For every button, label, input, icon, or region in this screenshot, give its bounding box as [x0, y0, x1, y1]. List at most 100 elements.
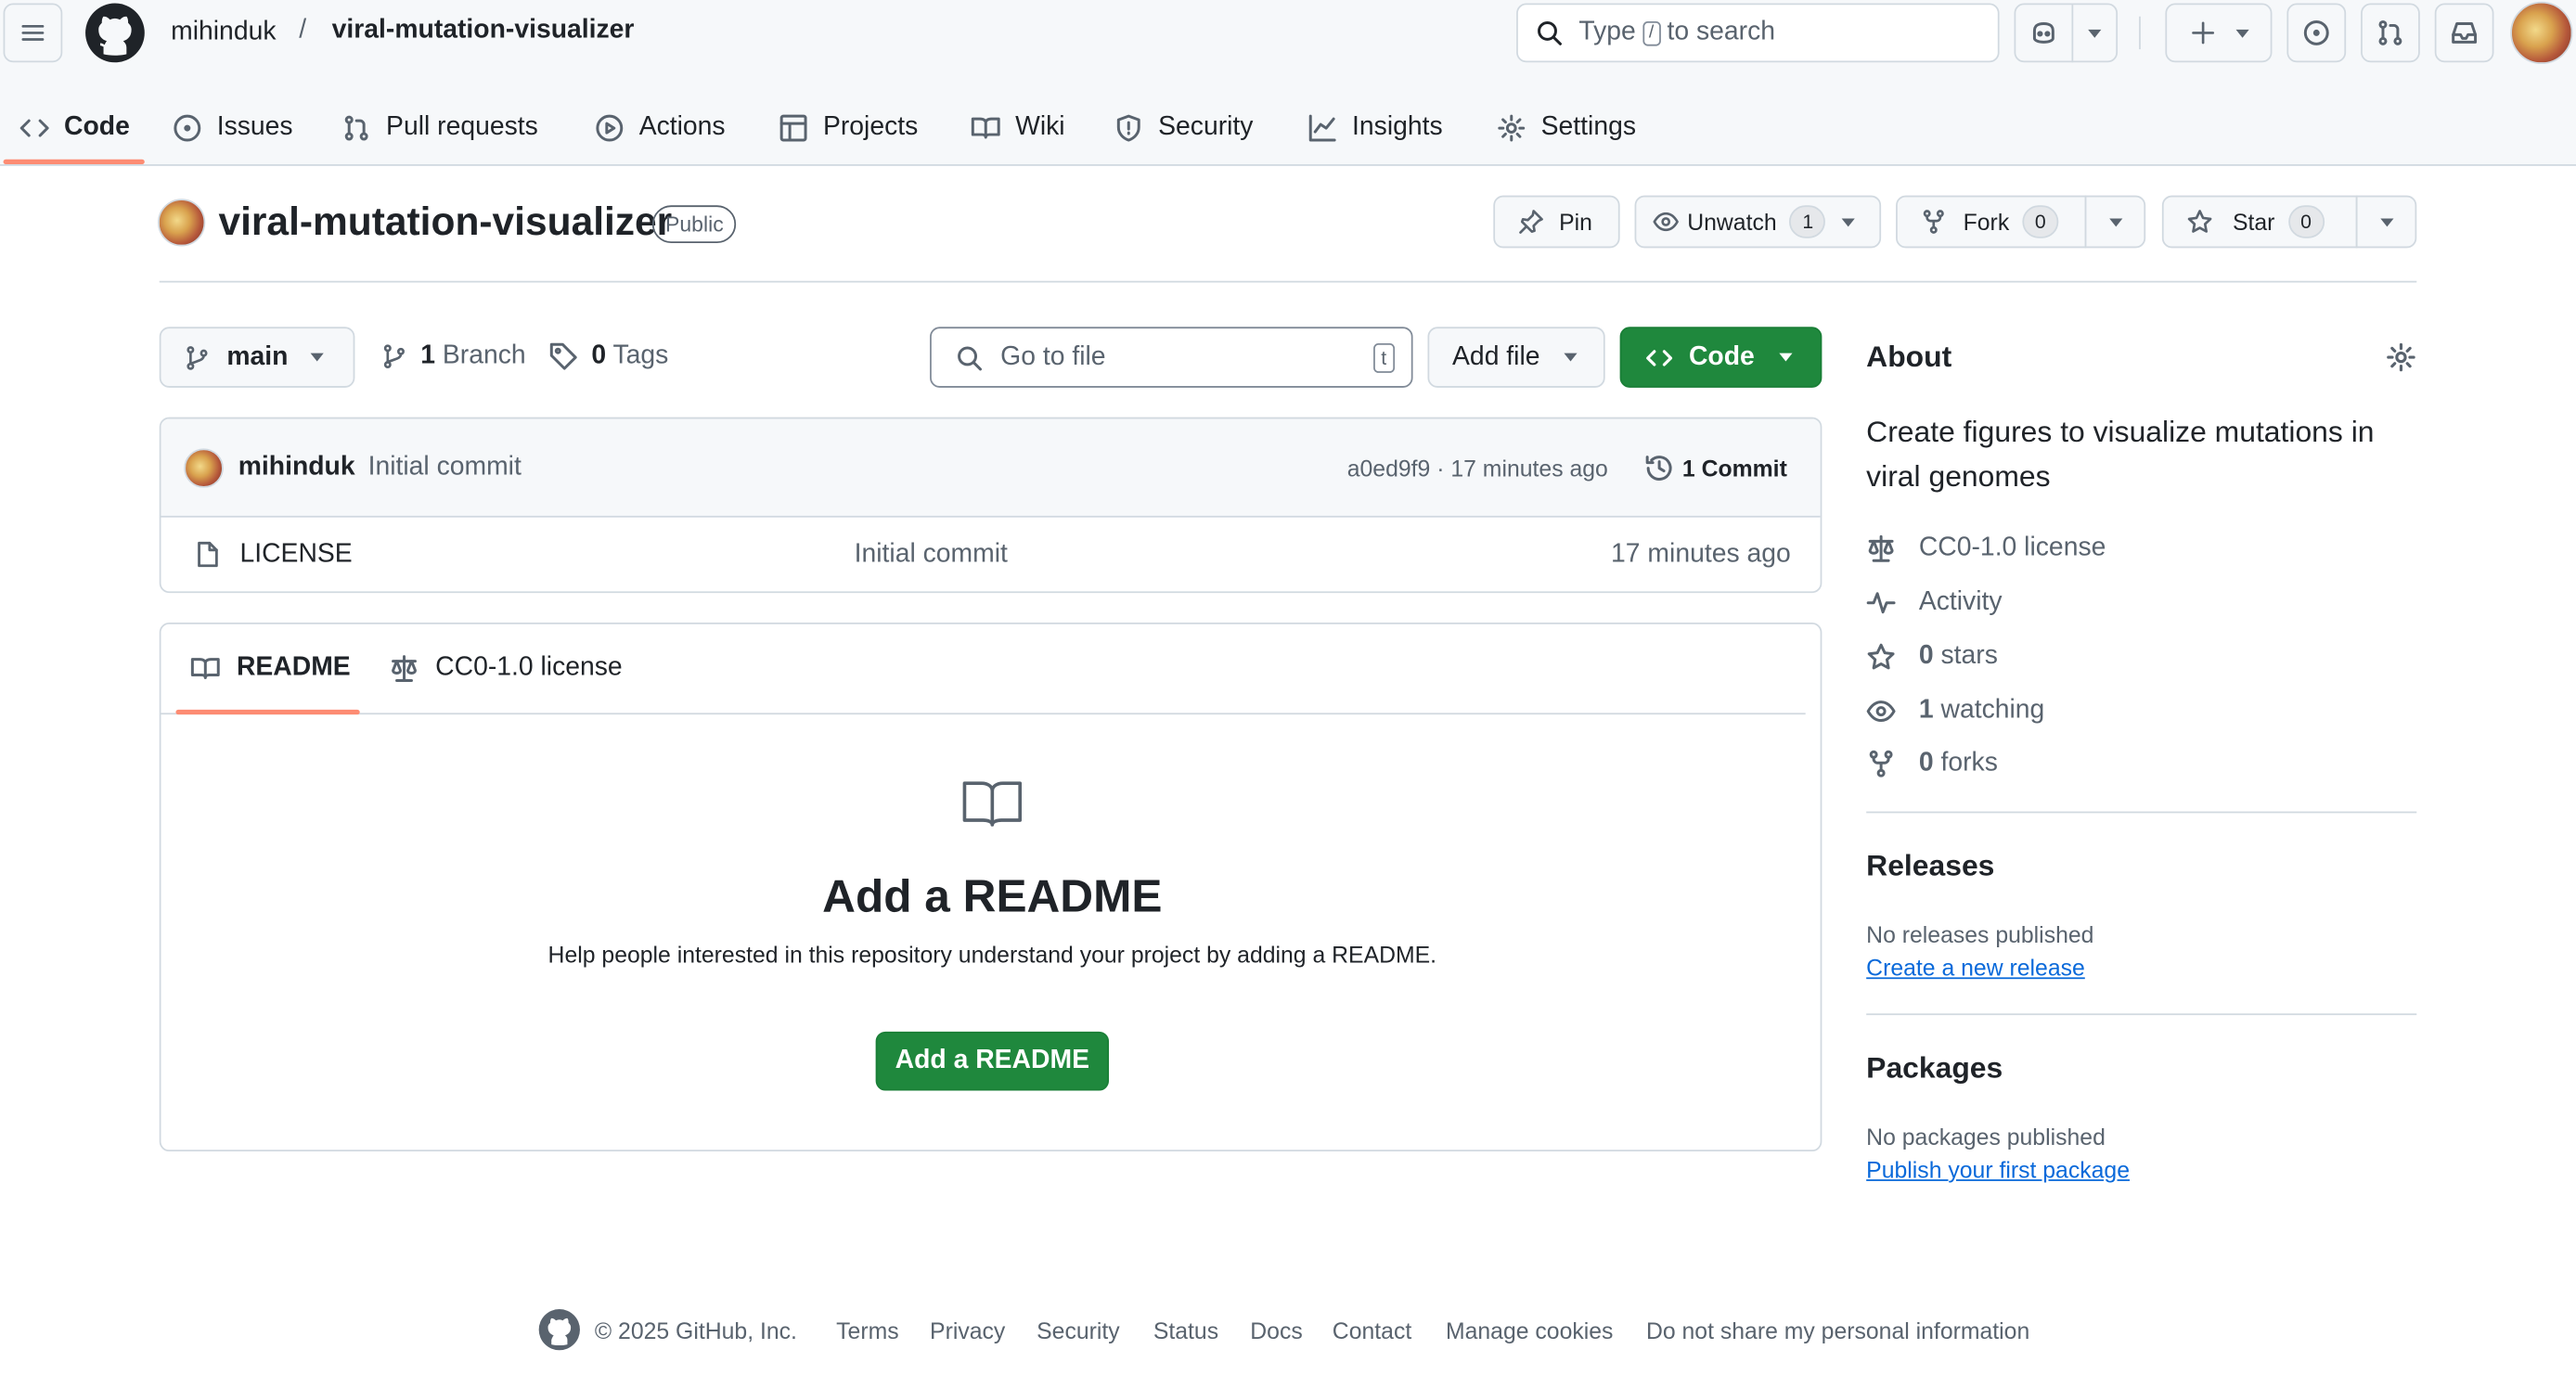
- fork-icon: [1923, 210, 1944, 234]
- issues-button[interactable]: [2286, 3, 2347, 63]
- commit-hash-time[interactable]: a0ed9f9 · 17 minutes ago: [1347, 455, 1608, 481]
- fork-button[interactable]: Fork 0: [1896, 195, 2087, 249]
- about-license-label: CC0-1.0 license: [1918, 533, 2106, 562]
- inbox-icon: [2452, 21, 2478, 44]
- header-divider: [2139, 16, 2141, 50]
- star-icon: [2187, 210, 2212, 233]
- create-release-link[interactable]: Create a new release: [1866, 955, 2085, 981]
- file-row[interactable]: LICENSE Initial commit 17 minutes ago: [161, 518, 1820, 592]
- tab-wiki[interactable]: Wiki: [971, 92, 1065, 164]
- tab-insights[interactable]: Insights: [1307, 92, 1443, 164]
- commit-message[interactable]: Initial commit: [368, 454, 522, 483]
- footer-link-privacy[interactable]: Privacy: [930, 1314, 1005, 1346]
- unwatch-button[interactable]: Unwatch 1: [1634, 195, 1882, 249]
- about-forks-link[interactable]: 0 forks: [1866, 746, 1998, 782]
- tab-readme-label: README: [236, 653, 351, 682]
- chevron-down-icon: [2235, 28, 2248, 37]
- tab-projects[interactable]: Projects: [779, 92, 918, 164]
- create-new-button[interactable]: [2165, 3, 2273, 63]
- commit-history-link[interactable]: 1 Commit: [1644, 454, 1787, 483]
- breadcrumb-repo[interactable]: viral-mutation-visualizer: [332, 17, 635, 46]
- sidebar-divider: [1866, 1013, 2417, 1016]
- branch-icon: [383, 344, 405, 369]
- search-placeholder-rest: to search: [1667, 18, 1776, 46]
- branch-selector[interactable]: main: [159, 327, 355, 388]
- tab-issues-label: Issues: [216, 113, 293, 142]
- tags-link[interactable]: 0 Tags: [548, 341, 668, 371]
- tab-license[interactable]: CC0-1.0 license: [390, 624, 623, 713]
- branches-link[interactable]: 1 Branch: [381, 341, 526, 371]
- gear-icon[interactable]: [2386, 341, 2417, 373]
- commit-author[interactable]: mihinduk: [238, 454, 355, 483]
- readme-tab-underline: [175, 709, 360, 715]
- copilot-button[interactable]: [2014, 3, 2074, 63]
- github-logo-icon[interactable]: [85, 3, 145, 63]
- tab-pull-requests-label: Pull requests: [386, 113, 538, 142]
- file-commit-message[interactable]: Initial commit: [855, 540, 1008, 570]
- footer-link-terms[interactable]: Terms: [836, 1314, 898, 1346]
- publish-package-link[interactable]: Publish your first package: [1866, 1156, 2130, 1182]
- tab-security[interactable]: Security: [1114, 92, 1253, 164]
- book-icon: [962, 781, 1023, 827]
- breadcrumb-separator: /: [299, 16, 307, 45]
- packages-heading[interactable]: Packages: [1866, 1051, 2003, 1086]
- inbox-button[interactable]: [2434, 3, 2494, 63]
- pull-requests-button[interactable]: [2361, 3, 2420, 63]
- watch-count: 1: [1789, 205, 1826, 238]
- chevron-down-icon: [1842, 217, 1856, 226]
- repo-owner-avatar[interactable]: [157, 199, 206, 247]
- go-to-file-input[interactable]: Go to file t: [930, 327, 1413, 388]
- tab-code-label: Code: [64, 113, 130, 142]
- repo-title[interactable]: viral-mutation-visualizer: [218, 199, 672, 248]
- footer-link-status[interactable]: Status: [1153, 1314, 1218, 1346]
- tab-issues[interactable]: Issues: [173, 92, 293, 164]
- pulse-icon: [1866, 592, 1896, 614]
- add-file-button[interactable]: Add file: [1427, 327, 1605, 388]
- tag-count: 0: [591, 341, 607, 370]
- forks-count: 0: [1918, 749, 1934, 778]
- about-stars-link[interactable]: 0 stars: [1866, 639, 1998, 675]
- code-icon: [1646, 349, 1673, 366]
- pin-button[interactable]: Pin: [1493, 195, 1620, 249]
- about-license-link[interactable]: CC0-1.0 license: [1866, 531, 2106, 567]
- github-footer-logo-icon[interactable]: [538, 1309, 580, 1351]
- about-watching-link[interactable]: 1 watching: [1866, 693, 2044, 729]
- commit-author-avatar[interactable]: [184, 448, 224, 488]
- search-icon: [1538, 20, 1562, 45]
- code-button[interactable]: Code: [1619, 327, 1823, 388]
- copilot-dropdown-button[interactable]: [2071, 3, 2119, 63]
- readme-empty-heading: Add a README: [822, 870, 1163, 922]
- copilot-icon: [2032, 21, 2054, 44]
- user-avatar[interactable]: [2510, 1, 2573, 65]
- tab-settings[interactable]: Settings: [1497, 92, 1636, 164]
- fork-dropdown-button[interactable]: [2084, 195, 2146, 249]
- footer-link-do-not-share[interactable]: Do not share my personal information: [1646, 1314, 2029, 1346]
- chevron-down-icon: [311, 353, 325, 362]
- star-button[interactable]: Star 0: [2161, 195, 2358, 249]
- tab-actions[interactable]: Actions: [595, 92, 726, 164]
- shield-icon: [1116, 114, 1140, 142]
- breadcrumb-owner[interactable]: mihinduk: [171, 17, 276, 49]
- history-icon: [1645, 456, 1672, 481]
- about-activity-link[interactable]: Activity: [1866, 585, 2003, 621]
- go-to-file-shortcut: t: [1372, 343, 1396, 373]
- search-input[interactable]: Type / to search: [1516, 3, 2000, 63]
- menu-button[interactable]: [3, 3, 63, 63]
- chevron-down-icon: [2088, 28, 2102, 37]
- tab-pull-requests[interactable]: Pull requests: [341, 92, 538, 164]
- latest-commit-row: mihinduk Initial commit a0ed9f9 · 17 min…: [161, 418, 1821, 518]
- file-name[interactable]: LICENSE: [239, 540, 352, 570]
- tab-readme[interactable]: README: [190, 624, 351, 713]
- add-readme-button[interactable]: Add a README: [875, 1031, 1110, 1091]
- pin-label: Pin: [1559, 208, 1592, 236]
- footer-link-docs[interactable]: Docs: [1250, 1314, 1302, 1346]
- footer-link-manage-cookies[interactable]: Manage cookies: [1446, 1314, 1613, 1346]
- tab-code[interactable]: Code: [19, 92, 130, 164]
- footer-link-security[interactable]: Security: [1037, 1314, 1120, 1346]
- releases-heading[interactable]: Releases: [1866, 849, 1994, 883]
- star-dropdown-button[interactable]: [2355, 195, 2417, 249]
- about-description: Create figures to visualize mutations in…: [1866, 415, 2375, 494]
- footer-link-contact[interactable]: Contact: [1333, 1314, 1411, 1346]
- tab-license-label: CC0-1.0 license: [435, 653, 623, 682]
- watching-count: 1: [1918, 696, 1934, 725]
